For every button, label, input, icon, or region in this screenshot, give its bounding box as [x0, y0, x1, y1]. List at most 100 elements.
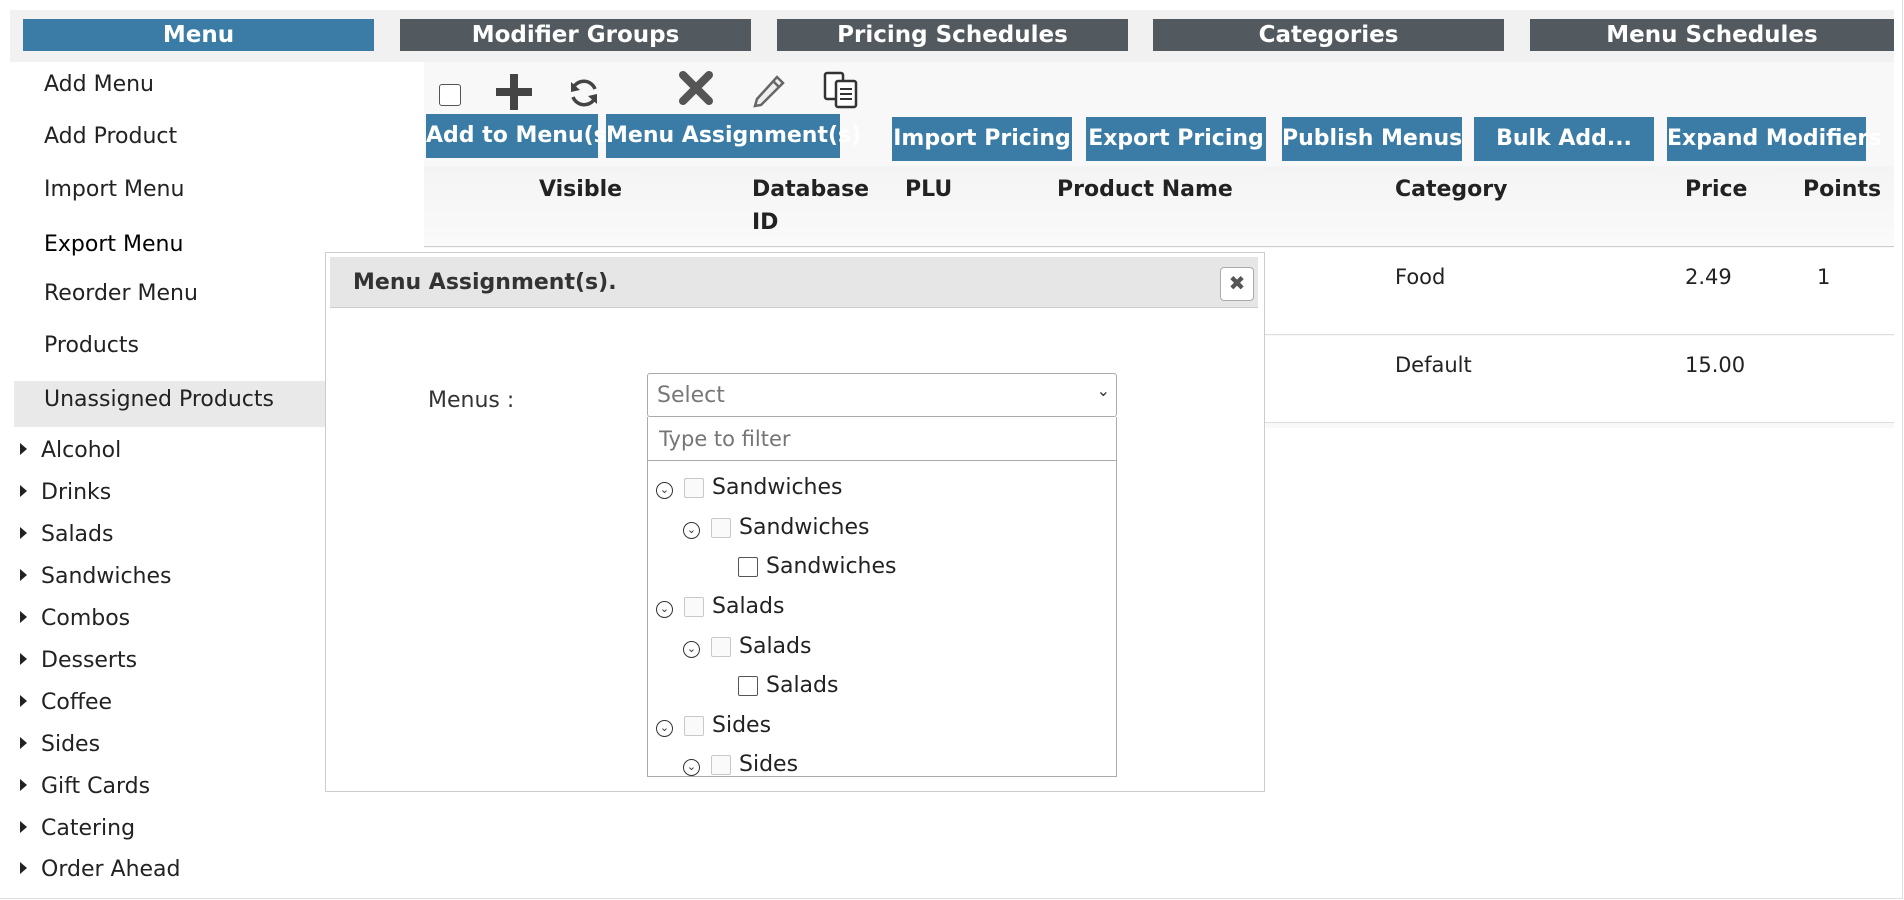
- category-tree-item[interactable]: Catering: [20, 816, 135, 841]
- category-label: Catering: [41, 816, 136, 841]
- category-tree-item[interactable]: Salads: [20, 522, 113, 547]
- caret-right-icon: [20, 443, 27, 455]
- tree-node-label: Sides: [739, 752, 799, 777]
- category-tree-item[interactable]: Alcohol: [20, 438, 121, 463]
- tab-pricing-schedules[interactable]: Pricing Schedules: [777, 19, 1128, 51]
- category-tree-item[interactable]: Sandwiches: [20, 564, 172, 589]
- export-pricing-button[interactable]: Export Pricing: [1086, 117, 1266, 161]
- tree-checkbox[interactable]: [711, 518, 731, 538]
- column-header-points[interactable]: Points: [1803, 173, 1881, 206]
- caret-right-icon: [20, 821, 27, 833]
- tab-menu[interactable]: Menu: [23, 19, 374, 51]
- column-header-visible[interactable]: Visible: [539, 173, 622, 206]
- category-tree-item[interactable]: Gift Cards: [20, 774, 150, 799]
- menus-dropdown: ⌄ Sandwiches ⌄ Sandwiches Sandwiches ⌄ S…: [647, 417, 1117, 777]
- cell-points: 1: [1817, 265, 1831, 289]
- menus-select[interactable]: Select ⌄: [647, 373, 1117, 417]
- expand-toggle-icon[interactable]: ⌄: [656, 482, 673, 499]
- expand-toggle-icon[interactable]: ⌄: [683, 641, 700, 658]
- tree-checkbox[interactable]: [684, 597, 704, 617]
- caret-right-icon: [20, 527, 27, 539]
- cell-price: 2.49: [1685, 265, 1732, 289]
- category-label: Coffee: [41, 690, 113, 715]
- tree-checkbox[interactable]: [711, 637, 731, 657]
- category-label: Drinks: [41, 480, 112, 505]
- close-icon[interactable]: ✖: [1220, 267, 1254, 301]
- filter-input[interactable]: [657, 426, 1101, 452]
- chevron-down-icon: ⌄: [1096, 381, 1110, 400]
- bulk-add-button[interactable]: Bulk Add...: [1474, 117, 1654, 161]
- tree-checkbox[interactable]: [738, 676, 758, 696]
- category-tree-item[interactable]: Order Ahead: [20, 857, 181, 882]
- add-icon[interactable]: [494, 72, 534, 118]
- tree-checkbox[interactable]: [738, 557, 758, 577]
- cell-category: Food: [1395, 265, 1446, 289]
- column-header-category[interactable]: Category: [1395, 173, 1507, 206]
- sidebar-item-add-menu[interactable]: Add Menu: [44, 72, 154, 97]
- dialog-title: Menu Assignment(s).: [353, 270, 617, 295]
- category-label: Sides: [41, 732, 101, 757]
- import-pricing-button[interactable]: Import Pricing: [892, 117, 1072, 161]
- caret-right-icon: [20, 862, 27, 874]
- caret-right-icon: [20, 779, 27, 791]
- refresh-icon[interactable]: [567, 76, 601, 116]
- category-label: Gift Cards: [41, 774, 151, 799]
- edit-icon[interactable]: [749, 69, 789, 115]
- cell-price: 15.00: [1685, 353, 1746, 377]
- category-tree-item[interactable]: Drinks: [20, 480, 111, 505]
- menu-assignments-dialog: Menu Assignment(s). ✖ Menus : Select ⌄ ⌄…: [325, 252, 1265, 792]
- caret-right-icon: [20, 653, 27, 665]
- category-tree-item[interactable]: Combos: [20, 606, 130, 631]
- menu-assignments-button[interactable]: Menu Assignment(s): [606, 114, 861, 158]
- tab-menu-schedules[interactable]: Menu Schedules: [1530, 19, 1894, 51]
- tree-node-label: Salads: [739, 634, 812, 659]
- expand-toggle-icon[interactable]: ⌄: [656, 720, 673, 737]
- tree-checkbox[interactable]: [711, 755, 731, 775]
- caret-right-icon: [20, 485, 27, 497]
- sidebar-item-import-menu[interactable]: Import Menu: [44, 177, 184, 202]
- sidebar-item-unassigned-products[interactable]: Unassigned Products: [44, 387, 274, 412]
- add-to-menus-button[interactable]: Add to Menu(s): [426, 114, 617, 158]
- category-tree-item[interactable]: Coffee: [20, 690, 112, 715]
- copy-icon[interactable]: [821, 70, 861, 116]
- column-header-product-name[interactable]: Product Name: [1057, 173, 1233, 206]
- publish-menus-button[interactable]: Publish Menus: [1282, 117, 1462, 161]
- expand-modifiers-button[interactable]: Expand Modifiers: [1667, 117, 1881, 161]
- category-tree-item[interactable]: Desserts: [20, 648, 137, 673]
- expand-toggle-icon[interactable]: ⌄: [683, 522, 700, 539]
- category-label: Desserts: [41, 648, 138, 673]
- select-all-checkbox[interactable]: [439, 84, 461, 106]
- sidebar-item-export-menu[interactable]: Export Menu: [44, 232, 183, 257]
- expand-toggle-icon[interactable]: ⌄: [656, 601, 673, 618]
- column-header-line: ID: [752, 210, 779, 235]
- column-header-plu[interactable]: PLU: [905, 173, 952, 206]
- tree-node-label: Sides: [712, 713, 772, 738]
- column-header-line: Database: [752, 177, 870, 202]
- tab-categories[interactable]: Categories: [1153, 19, 1504, 51]
- tree-checkbox[interactable]: [684, 478, 704, 498]
- tree-checkbox[interactable]: [684, 716, 704, 736]
- caret-right-icon: [20, 569, 27, 581]
- category-tree-item[interactable]: Sides: [20, 732, 100, 757]
- top-tab-bar: Menu Modifier Groups Pricing Schedules C…: [10, 10, 1894, 62]
- category-label: Salads: [41, 522, 114, 547]
- select-value: Select: [657, 383, 725, 408]
- tree-node-label: Sandwiches: [739, 515, 870, 540]
- caret-right-icon: [20, 737, 27, 749]
- tree-node-label: Salads: [712, 594, 785, 619]
- cell-category: Default: [1395, 353, 1472, 377]
- column-header-price[interactable]: Price: [1685, 173, 1747, 206]
- category-label: Sandwiches: [41, 564, 172, 589]
- sidebar-item-products[interactable]: Products: [44, 333, 139, 358]
- delete-icon[interactable]: [677, 69, 715, 113]
- caret-right-icon: [20, 695, 27, 707]
- tab-modifier-groups[interactable]: Modifier Groups: [400, 19, 751, 51]
- caret-right-icon: [20, 611, 27, 623]
- sidebar-item-reorder-menu[interactable]: Reorder Menu: [44, 281, 198, 306]
- sidebar-item-add-product[interactable]: Add Product: [44, 124, 177, 149]
- filter-box: [648, 417, 1116, 461]
- tree-node-label: Sandwiches: [712, 475, 843, 500]
- expand-toggle-icon[interactable]: ⌄: [683, 759, 700, 776]
- column-header-database-id[interactable]: Database ID: [752, 173, 869, 239]
- category-label: Order Ahead: [41, 857, 181, 882]
